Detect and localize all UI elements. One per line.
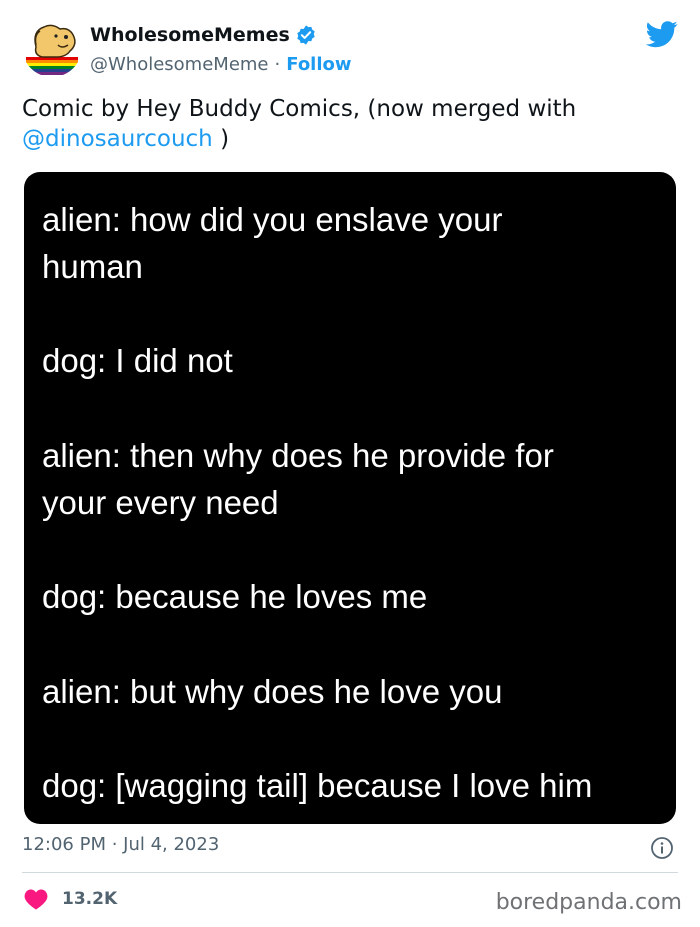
tweet-card: WholesomeMemes @WholesomeMeme · Follow C…	[0, 0, 700, 927]
tweet-text-body: Comic by Hey Buddy Comics, (now merged w…	[22, 96, 577, 122]
display-name[interactable]: WholesomeMemes	[90, 24, 290, 46]
mention-link[interactable]: @dinosaurcouch	[22, 126, 213, 152]
comic-line: dog: [wagging tail] because I love him	[42, 767, 593, 804]
separator-dot: ·	[274, 53, 281, 75]
verified-badge-icon	[295, 24, 317, 46]
user-info: WholesomeMemes @WholesomeMeme · Follow	[90, 22, 352, 77]
twitter-bird-icon[interactable]	[645, 18, 678, 50]
divider	[22, 872, 678, 873]
info-icon[interactable]	[650, 836, 674, 860]
dog-avatar-icon	[22, 17, 82, 77]
tweet-text-suffix: )	[212, 126, 230, 152]
follow-button[interactable]: Follow	[286, 54, 351, 75]
avatar[interactable]	[22, 17, 82, 77]
watermark: boredpanda.com	[495, 890, 682, 915]
comic-line: alien: how did you enslave your	[42, 201, 503, 238]
heart-icon	[24, 888, 48, 910]
tweet-text: Comic by Hey Buddy Comics, (now merged w…	[22, 94, 672, 154]
like-button[interactable]: 13.2K	[24, 888, 117, 910]
like-count: 13.2K	[62, 889, 118, 909]
comic-line: alien: but why does he love you	[42, 673, 503, 710]
comic-line: dog: I did not	[42, 342, 233, 379]
comic-image[interactable]: alien: how did you enslave your human do…	[24, 172, 676, 824]
comic-line: human	[42, 248, 143, 285]
comic-line: your every need	[42, 484, 279, 521]
user-handle[interactable]: @WholesomeMeme	[90, 54, 269, 75]
timestamp[interactable]: 12:06 PM · Jul 4, 2023	[22, 834, 219, 855]
comic-line: dog: because he loves me	[42, 578, 428, 615]
comic-line: alien: then why does he provide for	[42, 437, 554, 474]
